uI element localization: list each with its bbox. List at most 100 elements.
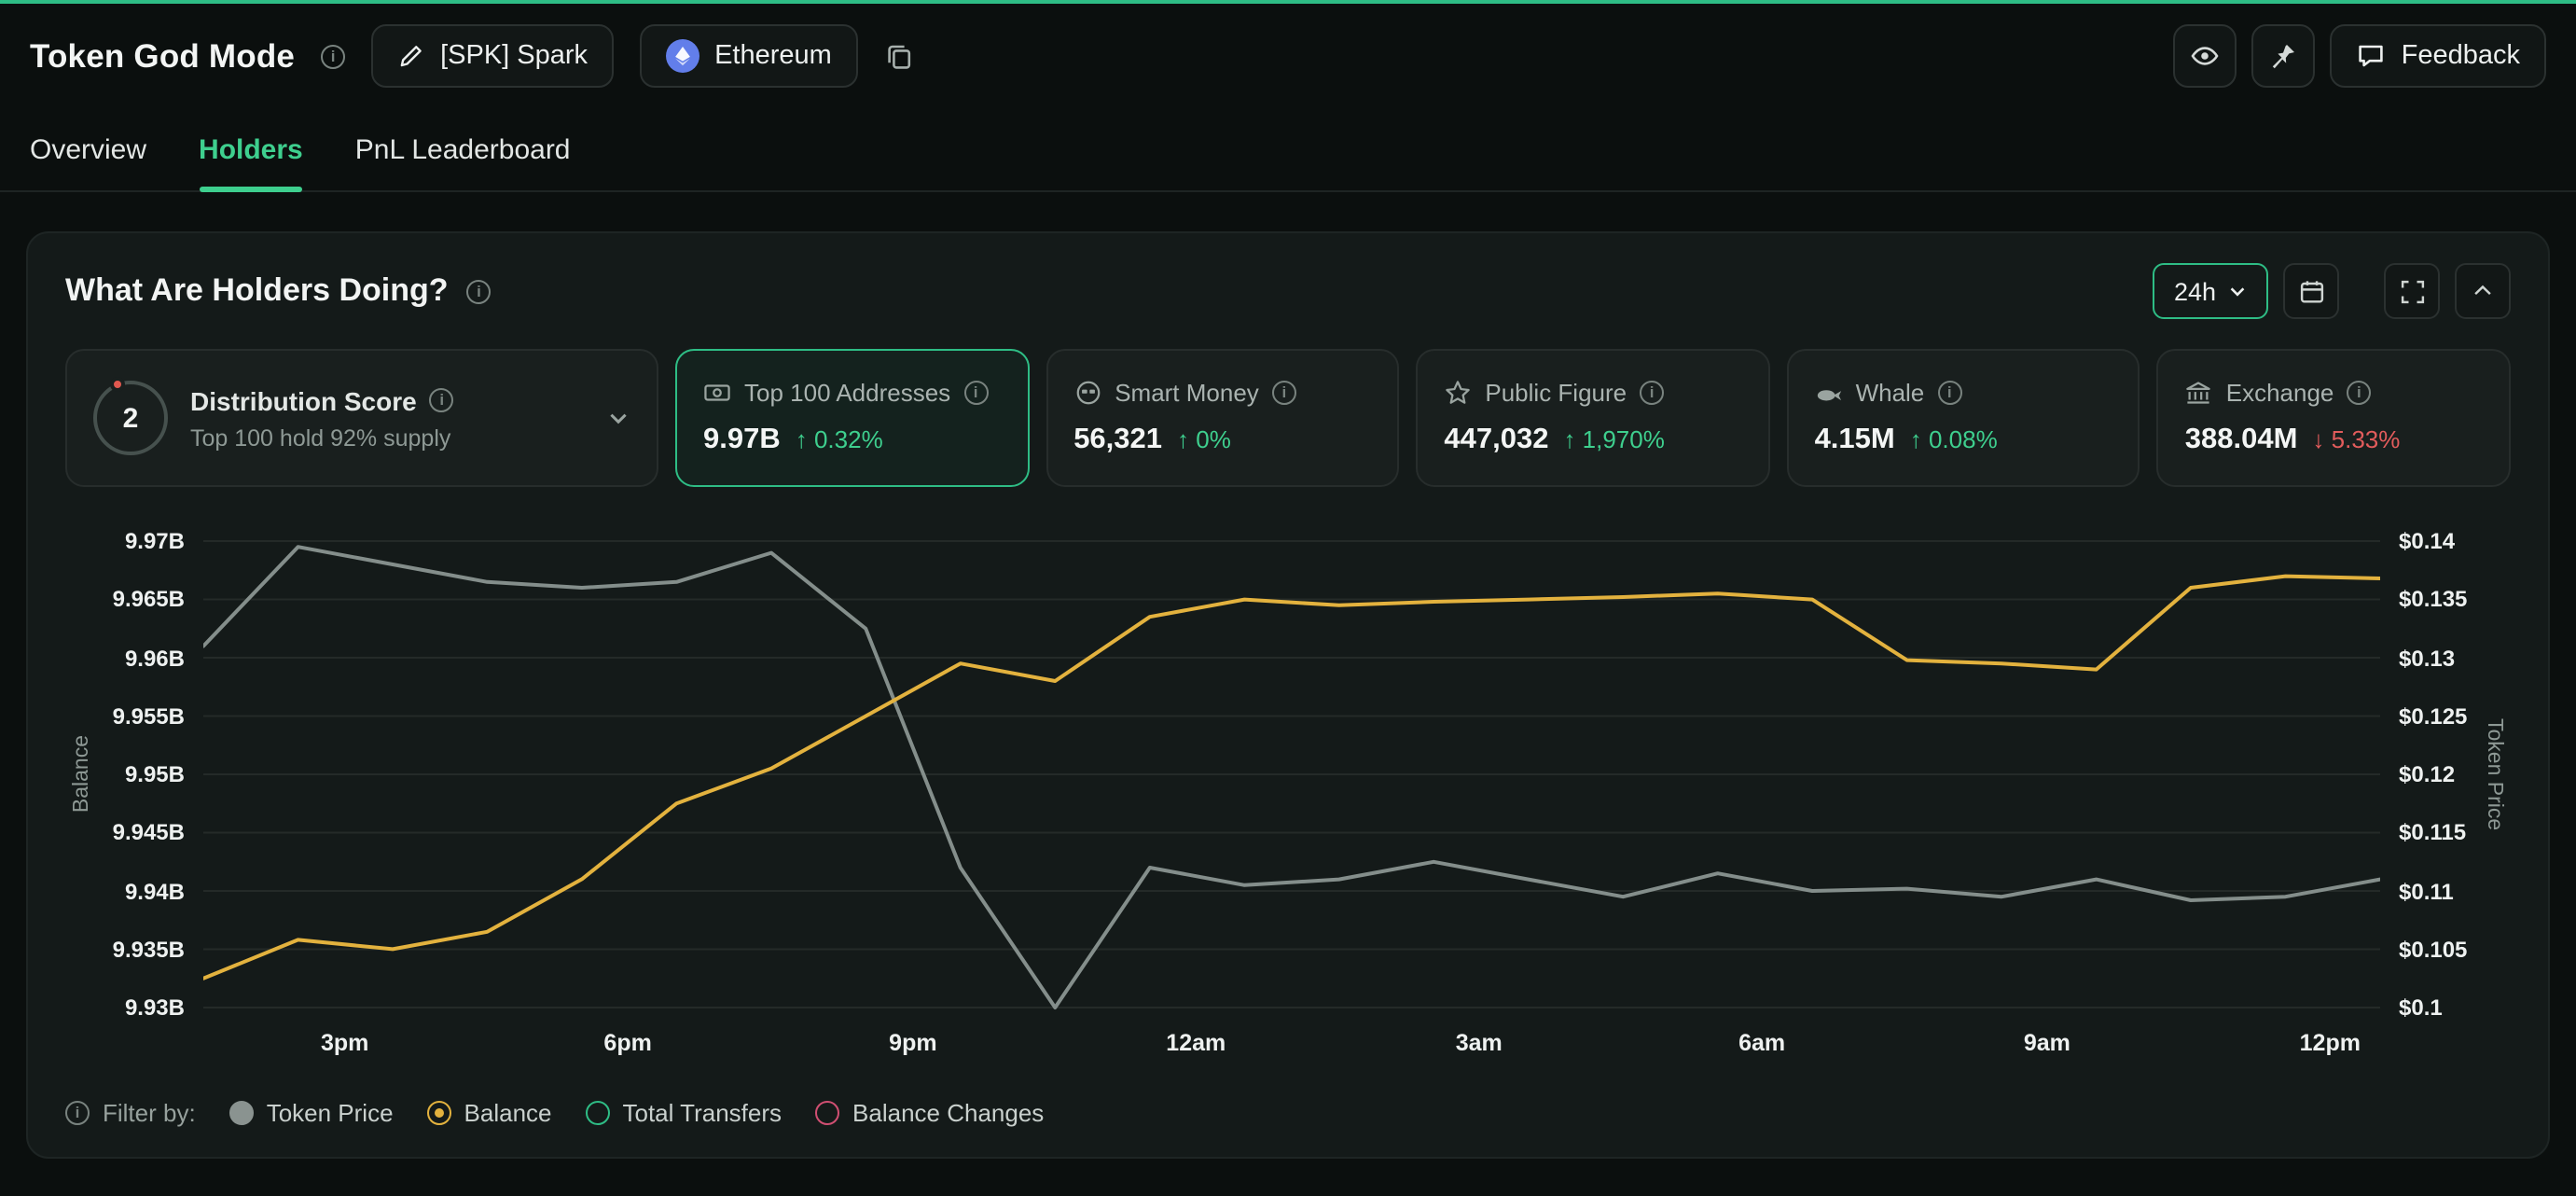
filter-by-label: Filter by: [65, 1099, 196, 1127]
stat-change: ↑ 0.08% [1910, 425, 1998, 453]
panel-title: What Are Holders Doing? [65, 272, 449, 310]
filter-balance[interactable]: Balance [427, 1099, 552, 1127]
distribution-score-text: Distribution Score Top 100 hold 92% supp… [190, 385, 584, 451]
bank-icon [2185, 379, 2213, 407]
chain-selector-button[interactable]: Ethereum [640, 24, 858, 88]
holders-activity-panel: What Are Holders Doing? 24h [26, 231, 2550, 1159]
token-selector-label: [SPK] Spark [440, 41, 588, 71]
distribution-score-value: 2 [93, 381, 168, 455]
smart-money-icon [1073, 379, 1101, 407]
info-icon[interactable] [430, 388, 454, 412]
x-axis-tick: 9pm [889, 1030, 936, 1056]
axis-tick: $0.11 [2399, 878, 2454, 904]
feedback-label: Feedback [2402, 41, 2520, 71]
axis-tick: $0.115 [2399, 820, 2466, 846]
axis-tick: 9.945B [113, 820, 185, 846]
x-axis-tick: 3pm [321, 1030, 368, 1056]
pin-button[interactable] [2252, 24, 2316, 88]
chevron-down-icon[interactable] [606, 406, 630, 430]
axis-tick: 9.94B [125, 878, 185, 904]
calendar-button[interactable] [2283, 263, 2339, 319]
whale-icon [1815, 379, 1843, 407]
x-axis-tick: 12pm [2300, 1030, 2361, 1056]
chart-plot-area[interactable] [203, 532, 2380, 1017]
distribution-score-title: Distribution Score [190, 385, 417, 415]
filter-balance-changes[interactable]: Balance Changes [815, 1099, 1044, 1127]
info-icon[interactable] [1937, 381, 1961, 405]
chevron-up-icon [2470, 278, 2496, 304]
filter-label: Total Transfers [623, 1099, 782, 1127]
info-icon[interactable] [65, 1101, 90, 1125]
axis-tick: $0.12 [2399, 761, 2455, 787]
filter-token-price[interactable]: Token Price [229, 1099, 394, 1127]
x-axis-labels: 3pm 6pm 9pm 12am 3am 6am 9am 12pm [203, 1017, 2380, 1065]
x-axis-tick: 3am [1456, 1030, 1503, 1056]
eye-icon [2191, 41, 2221, 71]
x-axis-tick: 6am [1738, 1030, 1785, 1056]
stat-card-top-100-addresses[interactable]: Top 100 Addresses 9.97B ↑ 0.32% [675, 349, 1029, 487]
cash-icon [703, 379, 731, 407]
notification-dot [110, 377, 125, 392]
stat-card-smart-money[interactable]: Smart Money 56,321 ↑ 0% [1046, 349, 1399, 487]
stat-title: Public Figure [1485, 379, 1627, 407]
axis-tick: 9.965B [113, 587, 185, 613]
chevron-down-icon [2227, 281, 2248, 301]
stat-change: ↑ 0% [1177, 425, 1231, 453]
stat-card-exchange[interactable]: Exchange 388.04M ↓ 5.33% [2157, 349, 2511, 487]
watch-button[interactable] [2174, 24, 2237, 88]
feedback-button[interactable]: Feedback [2331, 24, 2546, 88]
distribution-score-card[interactable]: 2 Distribution Score Top 100 hold 92% su… [65, 349, 658, 487]
fullscreen-icon [2398, 277, 2426, 305]
tab-bar: Overview Holders PnL Leaderboard [0, 108, 2576, 192]
stat-change: ↑ 1,970% [1563, 425, 1664, 453]
tab-overview[interactable]: Overview [30, 108, 146, 190]
left-axis-name: Balance [65, 532, 99, 1017]
distribution-score-subtitle: Top 100 hold 92% supply [190, 424, 584, 451]
info-icon[interactable] [321, 44, 345, 68]
chat-bubble-icon [2357, 41, 2387, 71]
holders-chart: Balance 9.97B9.965B9.96B9.955B9.95B9.945… [65, 532, 2511, 1065]
axis-tick: 9.96B [125, 645, 185, 671]
axis-tick: 9.935B [113, 937, 185, 963]
radio-outline-icon [815, 1101, 839, 1125]
pin-icon [2269, 41, 2299, 71]
x-axis-tick: 9am [2024, 1030, 2070, 1056]
info-icon[interactable] [467, 279, 492, 303]
axis-tick: 9.95B [125, 761, 185, 787]
stat-value: 4.15M [1815, 424, 1895, 457]
radio-outline-icon [586, 1101, 610, 1125]
axis-tick: $0.13 [2399, 645, 2455, 671]
tab-holders[interactable]: Holders [199, 108, 303, 190]
info-icon[interactable] [963, 381, 988, 405]
stat-value: 447,032 [1444, 424, 1548, 457]
copy-button[interactable] [884, 41, 914, 71]
axis-tick: $0.105 [2399, 937, 2467, 963]
stat-title: Top 100 Addresses [744, 379, 950, 407]
radio-selected-icon [427, 1101, 451, 1125]
radio-filled-icon [229, 1101, 254, 1125]
axis-tick: $0.125 [2399, 703, 2467, 730]
info-icon[interactable] [1640, 381, 1664, 405]
panel-header: What Are Holders Doing? 24h [65, 263, 2511, 319]
x-axis-tick: 6pm [603, 1030, 651, 1056]
header-actions: Feedback [2174, 24, 2546, 88]
stat-value: 56,321 [1073, 424, 1162, 457]
token-selector-button[interactable]: [SPK] Spark [371, 24, 614, 88]
x-axis-tick: 12am [1166, 1030, 1226, 1056]
stat-card-public-figure[interactable]: Public Figure 447,032 ↑ 1,970% [1416, 349, 1769, 487]
series-balance [203, 577, 2380, 979]
holders-chart-svg [203, 532, 2380, 1017]
calendar-icon [2297, 277, 2325, 305]
timeframe-dropdown[interactable]: 24h [2154, 263, 2268, 319]
fullscreen-button[interactable] [2384, 263, 2440, 319]
stat-card-whale[interactable]: Whale 4.15M ↑ 0.08% [1787, 349, 2140, 487]
info-icon[interactable] [2347, 381, 2371, 405]
info-icon[interactable] [1272, 381, 1296, 405]
timeframe-value: 24h [2174, 277, 2216, 305]
token-god-mode-page: Token God Mode [SPK] Spark Ethereum F [0, 0, 2576, 1196]
filter-total-transfers[interactable]: Total Transfers [586, 1099, 782, 1127]
filter-label: Balance Changes [852, 1099, 1044, 1127]
collapse-button[interactable] [2455, 263, 2511, 319]
pencil-icon [397, 42, 425, 70]
tab-pnl-leaderboard[interactable]: PnL Leaderboard [355, 108, 571, 190]
